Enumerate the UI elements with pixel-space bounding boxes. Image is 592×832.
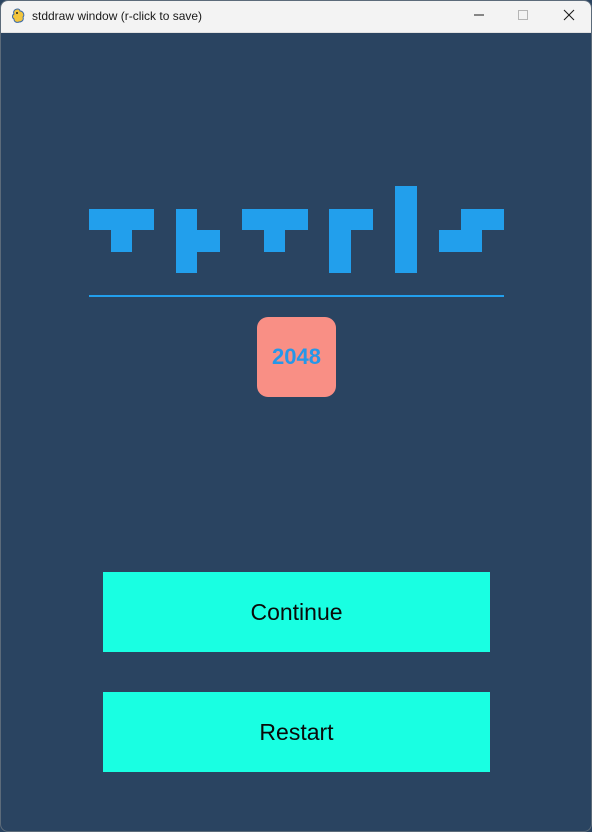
logo-piece-t — [89, 209, 154, 252]
window-title: stddraw window (r-click to save) — [32, 9, 203, 23]
continue-button[interactable]: Continue — [103, 572, 490, 652]
logo-piece-t-rotated — [176, 209, 220, 273]
game-window: stddraw window (r-click to save) 2048 Co… — [0, 0, 592, 832]
logo-piece-t — [242, 209, 308, 252]
close-icon — [563, 8, 575, 26]
score-value: 2048 — [272, 344, 321, 369]
restart-button-label: Restart — [259, 718, 334, 745]
app-icon — [10, 8, 26, 24]
close-button[interactable] — [546, 1, 591, 32]
restart-button[interactable]: Restart — [103, 692, 490, 772]
game-canvas: 2048 Continue Restart — [1, 32, 591, 831]
continue-button-label: Continue — [250, 598, 343, 625]
minimize-button[interactable] — [456, 1, 502, 32]
tetris-logo — [89, 186, 504, 297]
logo-piece-s — [439, 209, 504, 252]
title-bar[interactable]: stddraw window (r-click to save) — [1, 1, 591, 33]
score-tile: 2048 — [257, 317, 336, 397]
logo-piece-l — [329, 209, 373, 273]
maximize-button[interactable] — [500, 1, 546, 32]
minimize-icon — [473, 8, 485, 26]
logo-piece-i — [395, 186, 417, 273]
maximize-icon — [517, 8, 529, 26]
